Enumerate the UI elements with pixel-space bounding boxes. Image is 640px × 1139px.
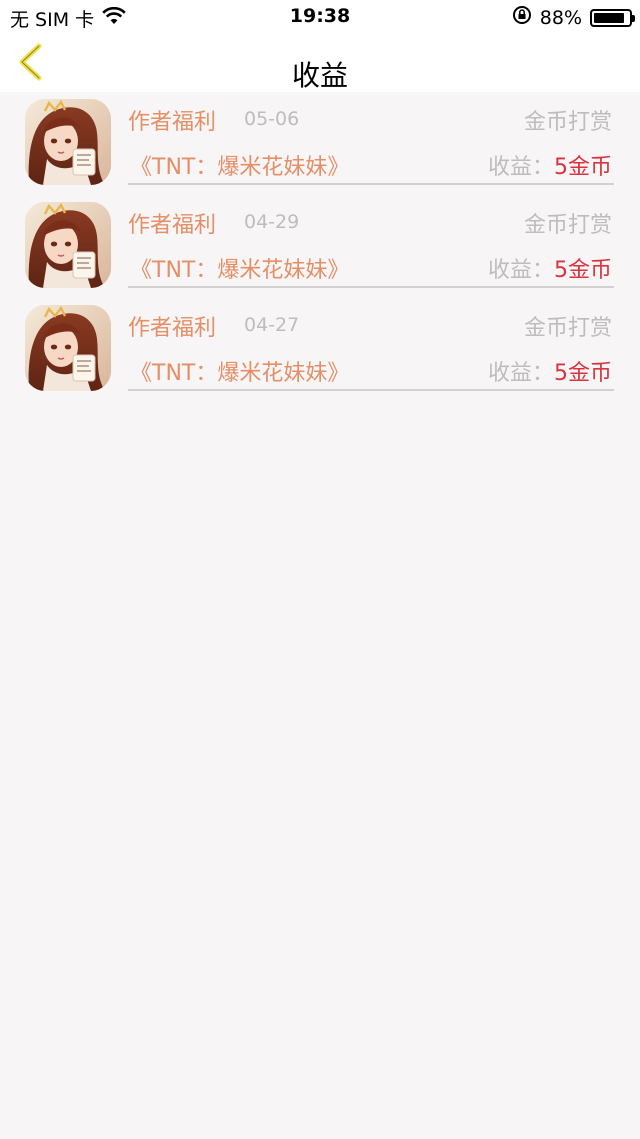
page-title: 收益 [291, 59, 348, 92]
book-title: 《TNT：爆米花妹妹》 [130, 258, 350, 283]
record-type-label: 作者福利 [128, 213, 217, 238]
book-cover-image [25, 305, 111, 391]
record-type-label: 作者福利 [128, 316, 217, 341]
earnings-label: 收益： [487, 155, 554, 180]
earnings-amount: 收益：5金币 [488, 252, 612, 284]
row-divider [128, 389, 614, 391]
record-category-label: 金币打赏 [523, 110, 612, 135]
navigation-bar: 收益 [0, 36, 640, 92]
list-item[interactable]: 作者福利 04-29 金币打赏 《TNT：爆米花妹妹》 收益：5金币 [0, 195, 640, 298]
earnings-label: 收益： [487, 361, 554, 386]
list-item[interactable]: 作者福利 05-06 金币打赏 《TNT：爆米花妹妹》 收益：5金币 [0, 92, 640, 195]
earnings-value: 5金币 [554, 361, 612, 386]
status-right: 88% [512, 5, 635, 30]
rotation-lock-icon [512, 5, 532, 30]
battery-percent: 88% [539, 6, 582, 29]
list-item[interactable]: 作者福利 04-27 金币打赏 《TNT：爆米花妹妹》 收益：5金币 [0, 298, 640, 401]
row-divider [128, 183, 614, 185]
earnings-list: 作者福利 05-06 金币打赏 《TNT：爆米花妹妹》 收益：5金币 作者福利 … [0, 92, 640, 401]
book-title: 《TNT：爆米花妹妹》 [130, 361, 350, 386]
record-category-label: 金币打赏 [523, 213, 612, 238]
earnings-value: 5金币 [554, 258, 612, 283]
status-bar: 无 SIM 卡 19:38 88% [0, 0, 640, 36]
record-date: 04-27 [244, 314, 300, 336]
earnings-amount: 收益：5金币 [488, 355, 612, 387]
row-divider [128, 286, 614, 288]
book-cover-image [25, 99, 111, 185]
battery-icon [590, 8, 635, 27]
record-type-label: 作者福利 [128, 110, 217, 135]
book-title: 《TNT：爆米花妹妹》 [130, 155, 350, 180]
record-category-label: 金币打赏 [523, 316, 612, 341]
earnings-label: 收益： [487, 258, 554, 283]
record-date: 05-06 [244, 108, 300, 130]
record-date: 04-29 [244, 211, 300, 233]
earnings-value: 5金币 [554, 155, 612, 180]
earnings-amount: 收益：5金币 [488, 149, 612, 181]
book-cover-image [25, 202, 111, 288]
battery-level [594, 12, 624, 23]
